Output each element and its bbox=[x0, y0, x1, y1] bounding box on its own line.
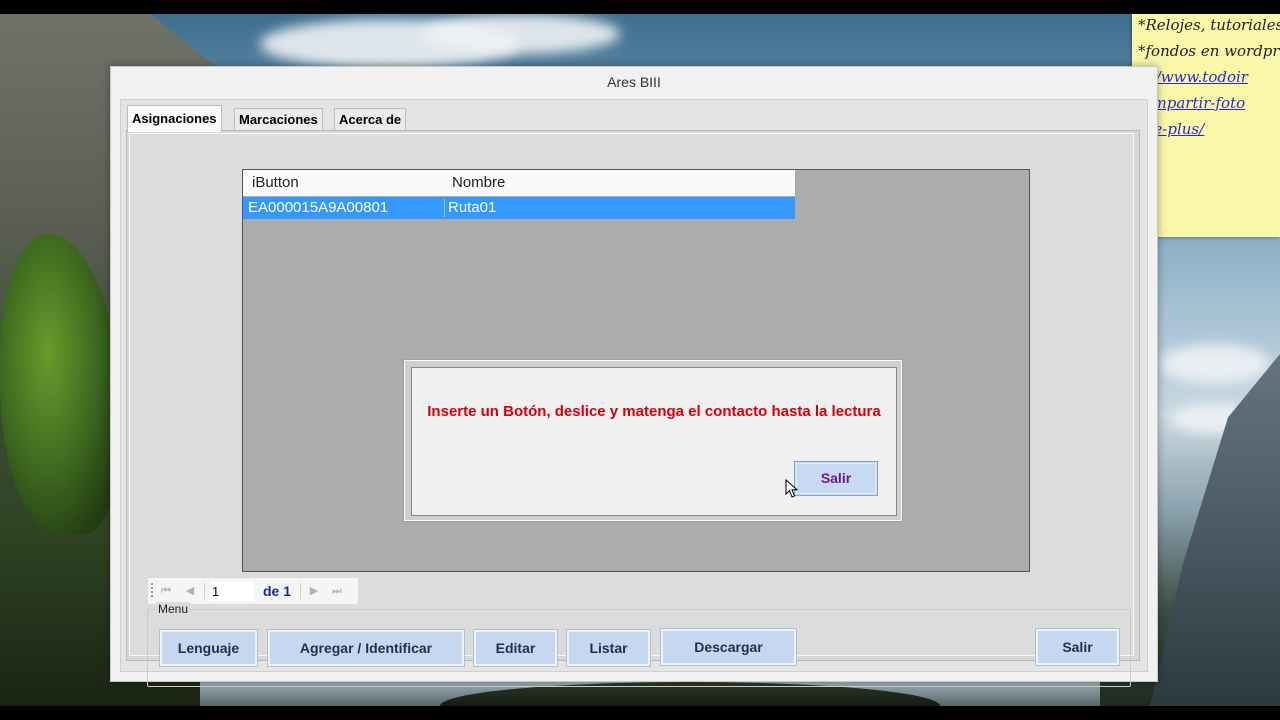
tab-panel-content: iButton Nombre EA000015A9A00801 Ruta01 ⏮… bbox=[129, 133, 1134, 687]
tab-acerca-de[interactable]: Acerca de bbox=[334, 108, 407, 131]
cloud bbox=[1160, 344, 1270, 384]
modal-dialog: Inserte un Botón, deslice y matenga el c… bbox=[411, 367, 897, 516]
mouse-cursor-icon bbox=[785, 479, 799, 498]
tab-asignaciones[interactable]: Asignaciones bbox=[127, 105, 222, 132]
tab-panel-asignaciones: iButton Nombre EA000015A9A00801 Ruta01 ⏮… bbox=[126, 130, 1140, 687]
dialog-message: Inserte un Botón, deslice y matenga el c… bbox=[427, 403, 881, 420]
window-titlebar[interactable]: Ares BIII bbox=[111, 67, 1157, 97]
dialog-salir-button[interactable]: Salir bbox=[794, 461, 878, 496]
lenguaje-button[interactable]: Lenguaje bbox=[159, 629, 258, 667]
page-number-input[interactable] bbox=[210, 581, 254, 601]
next-page-icon[interactable]: ▶ bbox=[306, 582, 322, 600]
app-window: Ares BIII Asignaciones Marcaciones Acerc… bbox=[110, 66, 1158, 687]
grid-header: iButton Nombre bbox=[243, 170, 795, 196]
page-count-label: de 1 bbox=[263, 583, 292, 599]
editar-button[interactable]: Editar bbox=[473, 629, 558, 667]
binding-navigator: ⏮ ◀ de 1 ▶ ⏭ bbox=[147, 577, 359, 605]
column-header-nombre[interactable]: Nombre bbox=[452, 170, 505, 196]
cell-nombre[interactable]: Ruta01 bbox=[448, 197, 496, 219]
navigator-separator bbox=[300, 583, 301, 599]
sticky-line: *fondos en wordpr bbox=[1138, 42, 1280, 60]
grip-handle-icon[interactable] bbox=[151, 583, 153, 599]
salir-button[interactable]: Salir bbox=[1035, 628, 1120, 666]
table-row[interactable]: EA000015A9A00801 Ruta01 bbox=[243, 197, 795, 219]
listar-button[interactable]: Listar bbox=[566, 629, 651, 667]
cloud bbox=[420, 14, 620, 54]
window-client-area: Asignaciones Marcaciones Acerca de iButt… bbox=[120, 99, 1148, 687]
window-title: Ares BIII bbox=[607, 74, 661, 90]
last-page-icon[interactable]: ⏭ bbox=[329, 582, 345, 600]
previous-page-icon[interactable]: ◀ bbox=[182, 582, 198, 600]
cell-ibutton[interactable]: EA000015A9A00801 bbox=[248, 197, 388, 219]
cell-divider bbox=[444, 199, 445, 217]
modal-dialog-frame: Inserte un Botón, deslice y matenga el c… bbox=[403, 359, 903, 522]
navigator-separator bbox=[204, 583, 205, 599]
descargar-button[interactable]: Descargar bbox=[660, 628, 797, 666]
tab-marcaciones[interactable]: Marcaciones bbox=[234, 108, 323, 131]
column-header-ibutton[interactable]: iButton bbox=[252, 170, 299, 196]
menu-legend: Menu bbox=[156, 602, 191, 616]
menu-groupbox: Menu Lenguaje Agregar / Identificar Edit… bbox=[147, 602, 1131, 687]
first-page-icon[interactable]: ⏮ bbox=[158, 582, 174, 600]
agregar-identificar-button[interactable]: Agregar / Identificar bbox=[267, 629, 465, 667]
sticky-line: *Relojes, tutoriales. bbox=[1138, 16, 1280, 34]
